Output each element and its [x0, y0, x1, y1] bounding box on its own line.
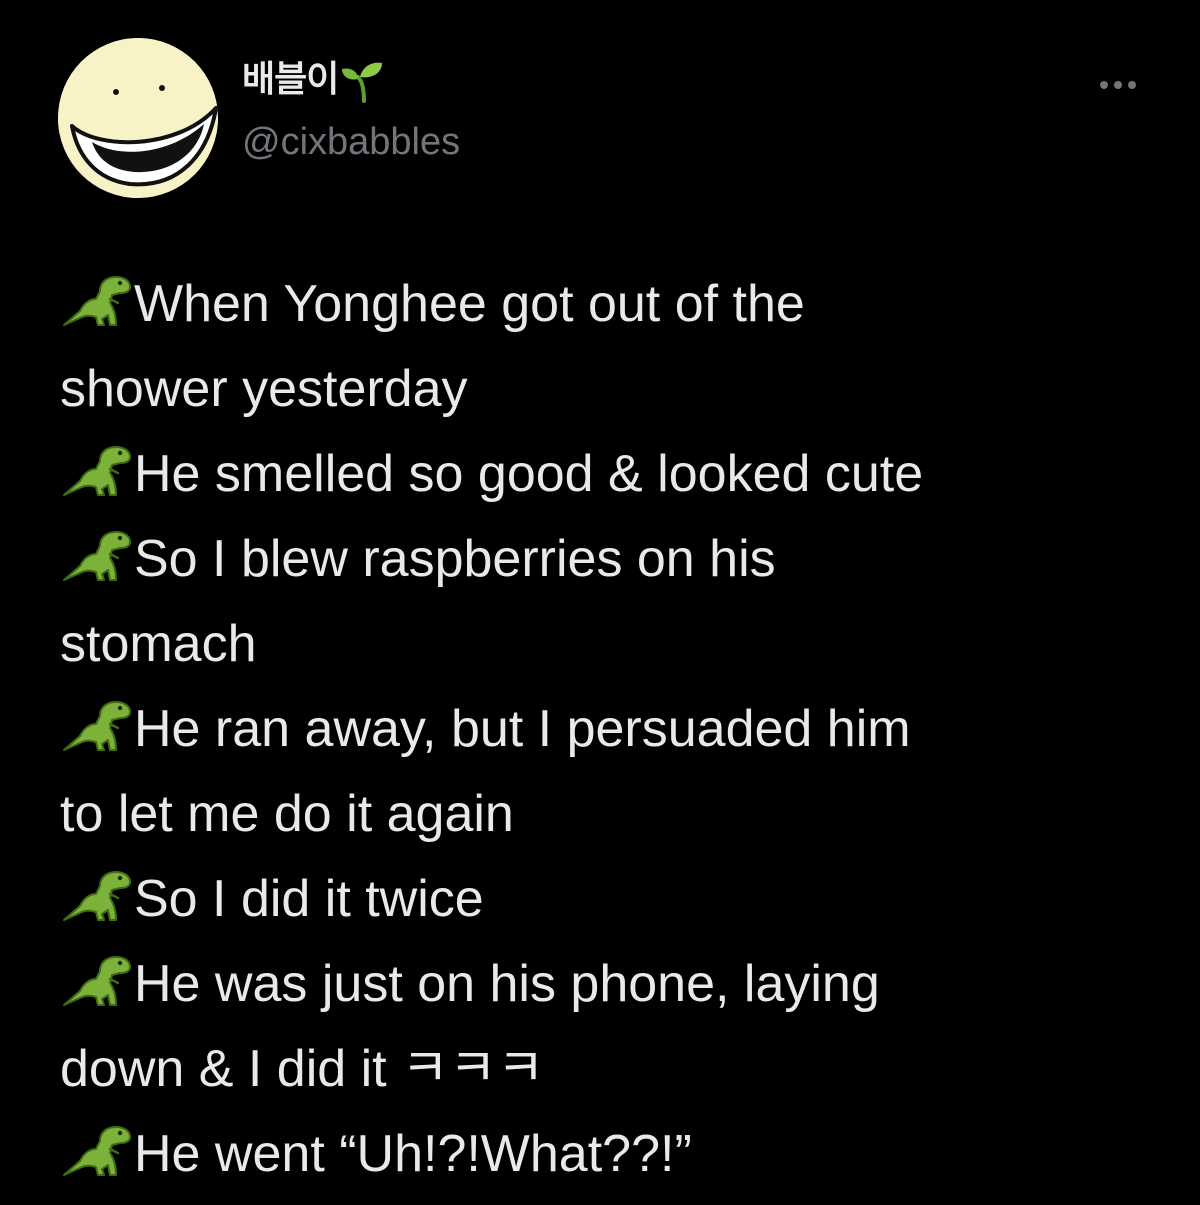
tweet-line-text: He went “Uh!?!What??!” [134, 1125, 692, 1183]
t-rex-icon [60, 694, 132, 754]
tweet-line: down & I did it ㅋㅋㅋ [60, 1027, 1170, 1112]
tweet-text: When Yonghee got out of the shower yester… [60, 262, 1170, 1197]
t-rex-icon [60, 864, 132, 924]
t-rex-icon [60, 269, 132, 329]
author-handle[interactable]: @cixbabbles [242, 118, 460, 166]
tweet-line: When Yonghee got out of the [60, 262, 1170, 347]
tweet-line: So I blew raspberries on his [60, 517, 1170, 602]
display-name[interactable]: 배블이 [242, 56, 339, 104]
tweet-line: He went “Uh!?!What??!” [60, 1112, 1170, 1197]
display-name-row[interactable]: 배블이 [242, 56, 386, 104]
t-rex-icon [60, 524, 132, 584]
t-rex-icon [60, 1119, 132, 1179]
tweet-line-text: He was just on his phone, laying [134, 955, 880, 1013]
sprout-icon [340, 57, 386, 103]
t-rex-icon [60, 439, 132, 499]
ellipsis-icon[interactable] [1094, 70, 1142, 100]
tweet-line: He ran away, but I persuaded him [60, 687, 1170, 772]
tweet-line: He smelled so good & looked cute [60, 432, 1170, 517]
tweet-line: to let me do it again [60, 772, 1170, 857]
tweet-line-text: He ran away, but I persuaded him [134, 700, 911, 758]
tweet: 배블이 @cixbabbles When Yonghee got out of … [0, 0, 1200, 1189]
tweet-line: So I did it twice [60, 857, 1170, 942]
avatar[interactable] [58, 38, 218, 198]
smiley-face-avatar-icon [58, 38, 218, 198]
tweet-line-text: to let me do it again [60, 785, 514, 843]
tweet-line: stomach [60, 602, 1170, 687]
tweet-line-text: stomach [60, 615, 257, 673]
tweet-line-text: So I did it twice [134, 870, 484, 928]
tweet-line-text: shower yesterday [60, 360, 468, 418]
tweet-line-text: So I blew raspberries on his [134, 530, 776, 588]
tweet-line-text: down & I did it ㅋㅋㅋ [60, 1040, 545, 1098]
tweet-line: He was just on his phone, laying [60, 942, 1170, 1027]
tweet-line: shower yesterday [60, 347, 1170, 432]
tweet-line-text: When Yonghee got out of the [134, 275, 805, 333]
t-rex-icon [60, 949, 132, 1009]
tweet-line-text: He smelled so good & looked cute [134, 445, 924, 503]
